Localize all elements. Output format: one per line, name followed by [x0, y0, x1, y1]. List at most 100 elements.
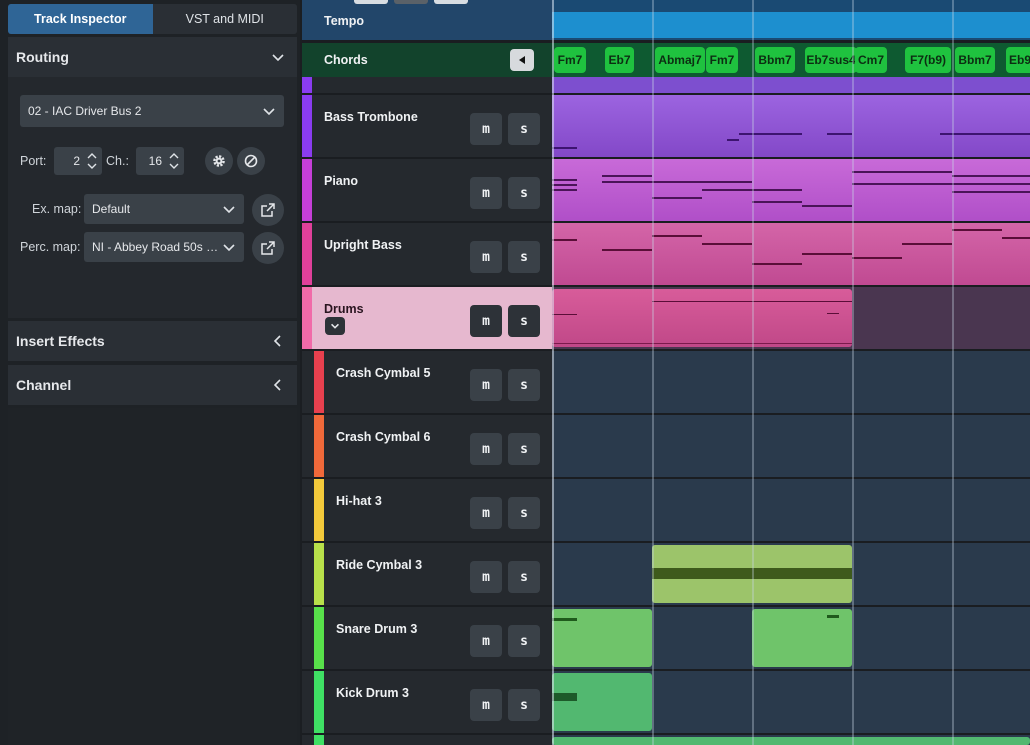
port-spinbox[interactable]: 2: [54, 147, 102, 175]
track-name: Crash Cymbal 6: [336, 430, 431, 444]
toolbar-button[interactable]: [394, 0, 428, 4]
solo-button[interactable]: s: [508, 241, 540, 273]
tab-vst-and-midi[interactable]: VST and MIDI: [152, 4, 297, 34]
track-header-hi-hat-3[interactable]: Hi-hat 3 m s: [302, 479, 552, 541]
spin-arrows-icon[interactable]: [168, 150, 180, 172]
chord-chip[interactable]: Bbm7: [755, 47, 795, 73]
expand-drums-button[interactable]: [325, 317, 345, 335]
solo-button[interactable]: s: [508, 561, 540, 593]
midi-note: [802, 253, 852, 255]
settings-button[interactable]: [205, 147, 233, 175]
tempo-curve: [552, 12, 1030, 38]
tempo-track-header[interactable]: Tempo: [302, 0, 552, 40]
track-header-piano[interactable]: Piano m s: [302, 159, 552, 221]
track-name: Snare Drum 3: [336, 622, 418, 636]
drums-clip[interactable]: [552, 289, 852, 347]
solo-button[interactable]: s: [508, 305, 540, 337]
disable-button[interactable]: [237, 147, 265, 175]
track-color: [302, 159, 312, 221]
exmap-open-button[interactable]: [252, 194, 284, 226]
track-name: Hi-hat 3: [336, 494, 382, 508]
solo-button[interactable]: s: [508, 369, 540, 401]
gear-icon: [213, 155, 225, 167]
chord-chip[interactable]: Bbm7: [955, 47, 995, 73]
mute-button[interactable]: m: [470, 113, 502, 145]
chord-chip[interactable]: Fm7: [706, 47, 738, 73]
solo-button[interactable]: s: [508, 433, 540, 465]
snare-drum-3-lane[interactable]: [552, 607, 1030, 669]
track-name: Upright Bass: [324, 238, 402, 252]
track-name: Kick Drum 3: [336, 686, 409, 700]
percmap-dropdown[interactable]: NI - Abbey Road 50s Drummer: [84, 232, 244, 262]
mute-button[interactable]: m: [470, 241, 502, 273]
chevron-down-icon: [263, 108, 275, 116]
solo-button[interactable]: s: [508, 497, 540, 529]
midi-note: [827, 313, 839, 314]
channel-spinbox[interactable]: 16: [136, 147, 184, 175]
ride-cymbal-clip[interactable]: [652, 545, 852, 603]
chevron-down-icon: [331, 323, 339, 329]
kick-clip[interactable]: [552, 673, 652, 731]
crash-cymbal-5-lane[interactable]: [552, 351, 1030, 413]
midi-note: [827, 615, 839, 618]
tab-track-inspector[interactable]: Track Inspector: [8, 4, 153, 34]
mute-button[interactable]: m: [470, 369, 502, 401]
mute-button[interactable]: m: [470, 561, 502, 593]
crash-cymbal-6-lane[interactable]: [552, 415, 1030, 477]
chevron-down-icon: [223, 244, 235, 252]
track-header-crash-cymbal-5[interactable]: Crash Cymbal 5 m s: [302, 351, 552, 413]
chords-track-header[interactable]: Chords: [302, 43, 552, 77]
drums-lane[interactable]: [552, 287, 1030, 349]
spin-arrows-icon[interactable]: [86, 150, 98, 172]
bass-trombone-lane[interactable]: [552, 95, 1030, 157]
mute-button[interactable]: m: [470, 497, 502, 529]
solo-button[interactable]: s: [508, 625, 540, 657]
channel-section-header[interactable]: Channel: [8, 365, 297, 405]
midi-note: [940, 133, 1030, 135]
toolbar-button[interactable]: [354, 0, 388, 4]
chord-chip[interactable]: Abmaj7: [655, 47, 705, 73]
track-header-ride-cymbal-3[interactable]: Ride Cymbal 3 m s: [302, 543, 552, 605]
midi-note: [952, 191, 1030, 193]
track-header-partial: [302, 77, 552, 93]
chord-chip[interactable]: Fm7: [554, 47, 586, 73]
chord-chip[interactable]: F7(b9): [905, 47, 951, 73]
exmap-dropdown[interactable]: Default: [84, 194, 244, 224]
mute-button[interactable]: m: [470, 689, 502, 721]
kick-drum-3-lane[interactable]: [552, 671, 1030, 733]
chords-collapse-button[interactable]: [510, 49, 534, 71]
insert-effects-section-header[interactable]: Insert Effects: [8, 321, 297, 361]
mute-button[interactable]: m: [470, 625, 502, 657]
tempo-lane[interactable]: [552, 0, 1030, 40]
solo-button[interactable]: s: [508, 177, 540, 209]
percmap-open-button[interactable]: [252, 232, 284, 264]
track-header-bass-trombone[interactable]: Bass Trombone m s: [302, 95, 552, 157]
mute-button[interactable]: m: [470, 433, 502, 465]
hi-hat-3-lane[interactable]: [552, 479, 1030, 541]
chord-chip[interactable]: Eb9: [1006, 47, 1030, 73]
chord-chip[interactable]: Eb7: [605, 47, 634, 73]
ride-cymbal-3-lane[interactable]: [552, 543, 1030, 605]
channel-title: Channel: [16, 377, 72, 393]
track-header-upright-bass[interactable]: Upright Bass m s: [302, 223, 552, 285]
upright-bass-lane[interactable]: [552, 223, 1030, 285]
track-header-crash-cymbal-6[interactable]: Crash Cymbal 6 m s: [302, 415, 552, 477]
insert-effects-title: Insert Effects: [16, 333, 105, 349]
track-header-snare-drum-3[interactable]: Snare Drum 3 m s: [302, 607, 552, 669]
snare-clip[interactable]: [552, 609, 652, 667]
mute-button[interactable]: m: [470, 177, 502, 209]
chord-chip[interactable]: Eb7sus4: [805, 47, 857, 73]
mute-button[interactable]: m: [470, 305, 502, 337]
piano-lane[interactable]: [552, 159, 1030, 221]
percmap-label: Perc. map:: [20, 240, 81, 254]
solo-button[interactable]: s: [508, 689, 540, 721]
solo-button[interactable]: s: [508, 113, 540, 145]
track-header-kick-drum-3[interactable]: Kick Drum 3 m s: [302, 671, 552, 733]
output-device-dropdown[interactable]: 02 - IAC Driver Bus 2: [20, 95, 284, 127]
chord-chip[interactable]: Cm7: [855, 47, 887, 73]
toolbar-button[interactable]: [434, 0, 468, 4]
routing-section-header[interactable]: Routing: [8, 37, 297, 77]
snare-clip[interactable]: [752, 609, 852, 667]
midi-note: [652, 301, 852, 302]
track-header-drums[interactable]: Drums m s: [302, 287, 552, 349]
